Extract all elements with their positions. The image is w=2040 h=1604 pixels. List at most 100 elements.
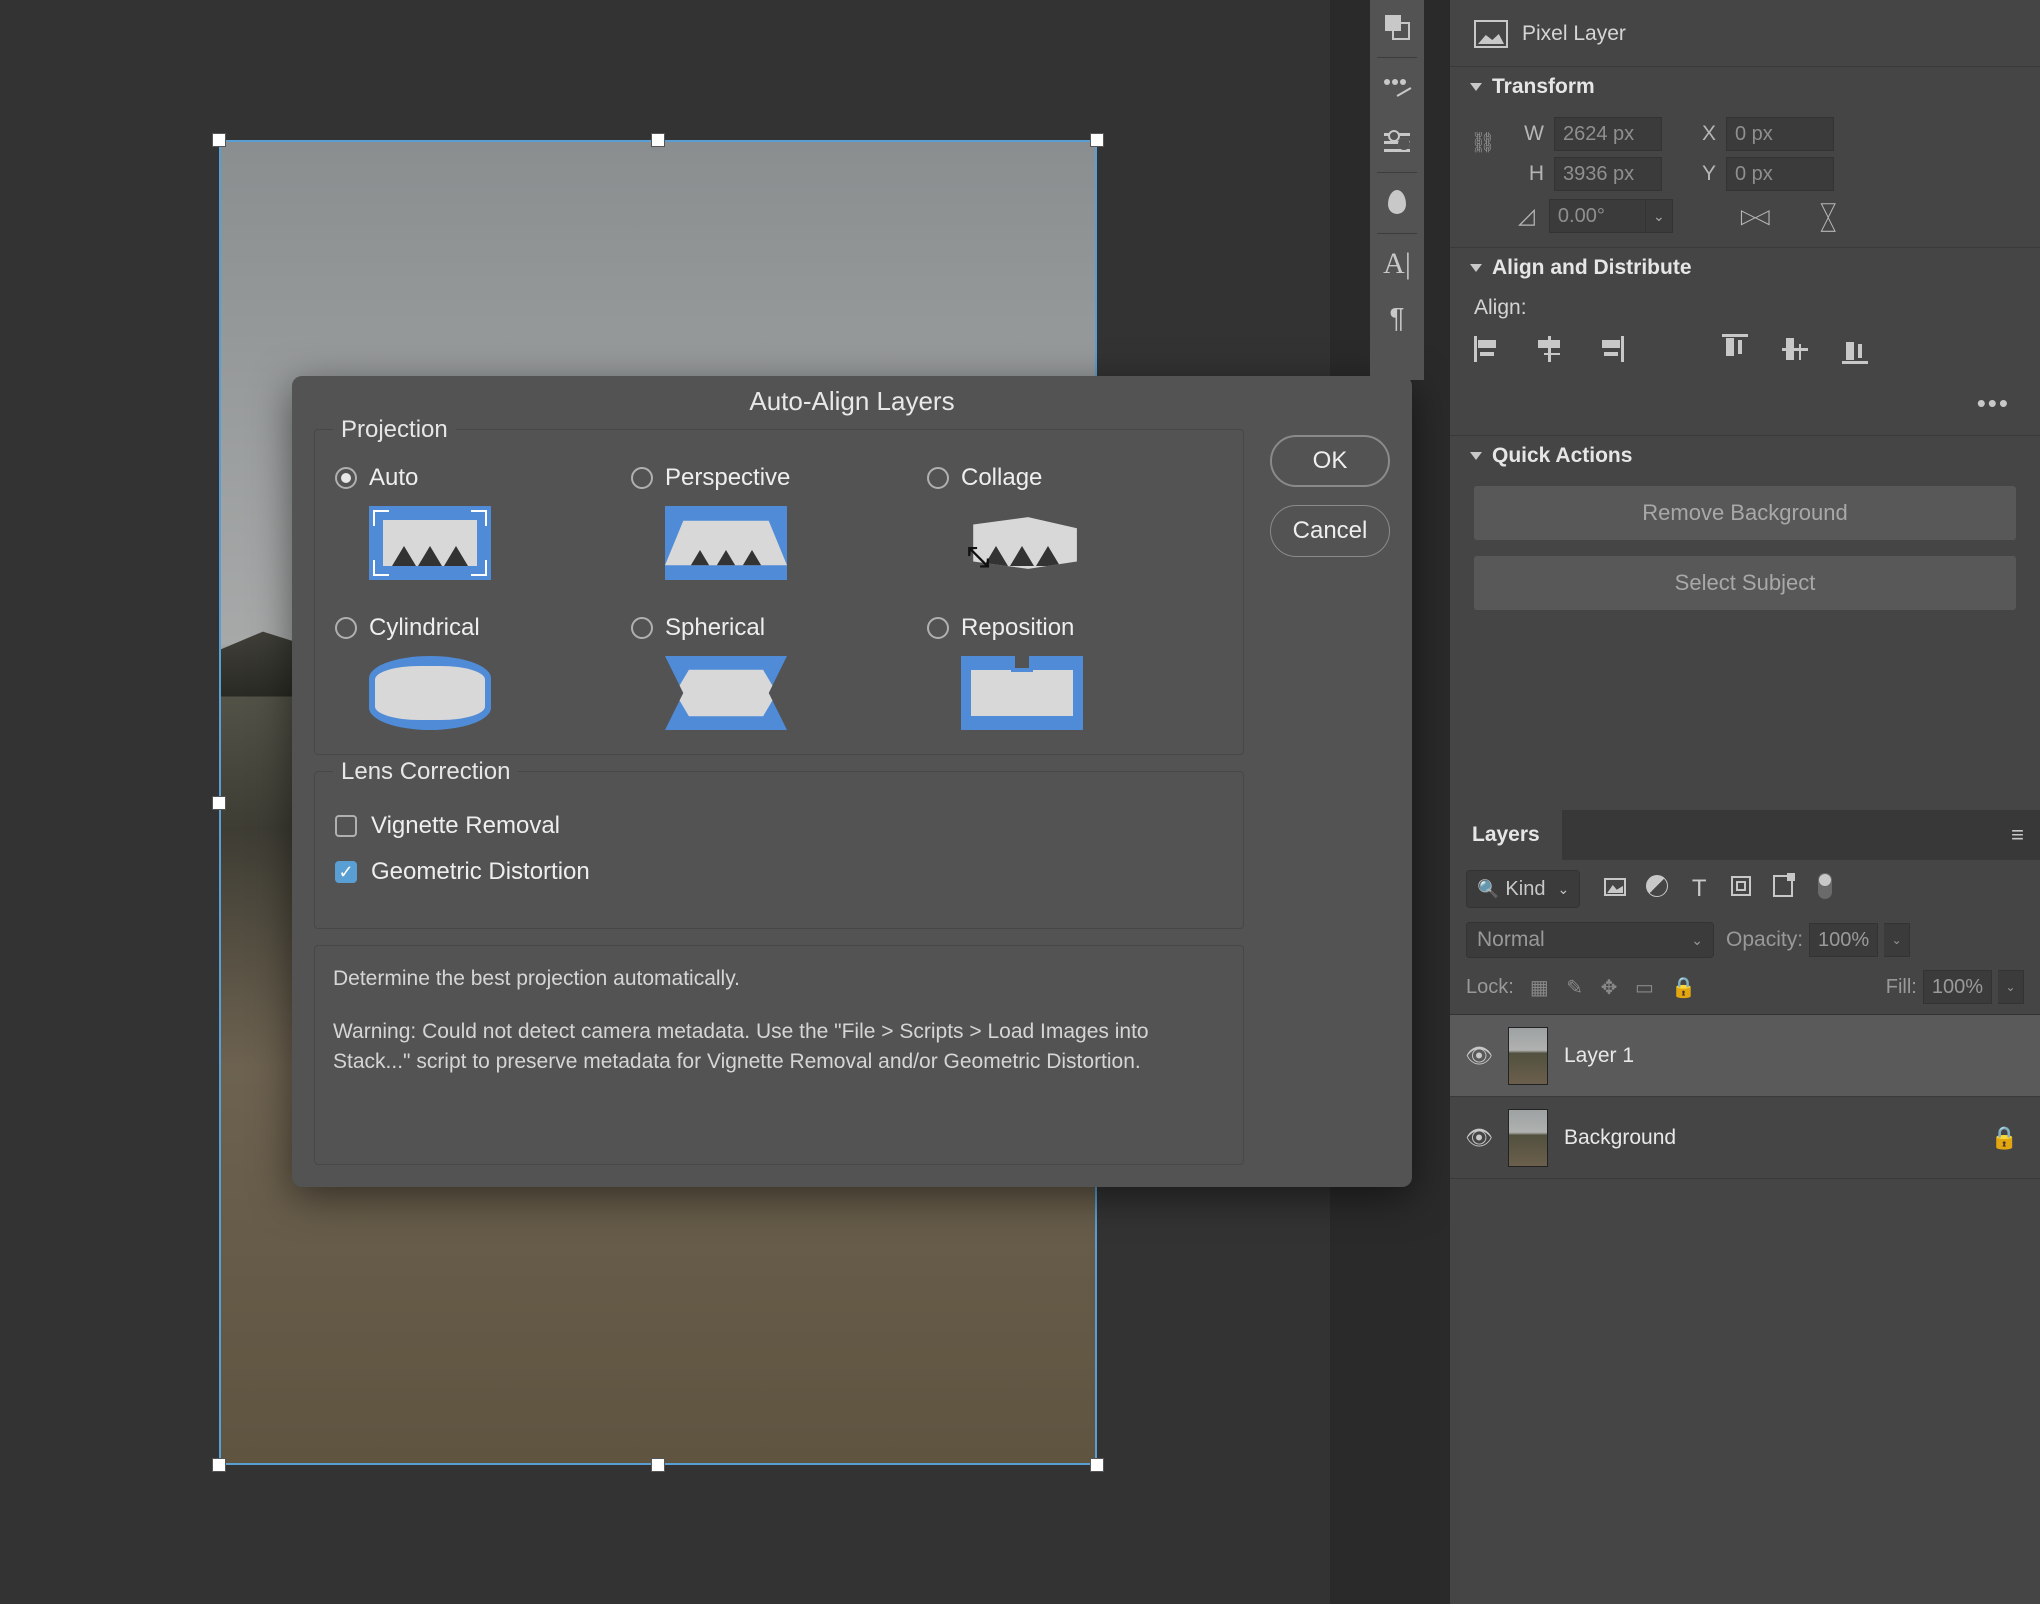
projection-thumb-cylindrical [369, 656, 491, 730]
brushes-panel-icon[interactable] [1370, 61, 1424, 115]
projection-option-spherical[interactable]: Spherical [631, 614, 927, 730]
filter-adjustment-icon[interactable] [1644, 875, 1670, 904]
panel-menu-icon[interactable]: ≡ [1995, 822, 2040, 848]
select-subject-button[interactable]: Select Subject [1474, 556, 2016, 610]
quick-actions-header[interactable]: Quick Actions [1450, 435, 2040, 476]
radio-reposition[interactable] [927, 617, 949, 639]
radio-cylindrical[interactable] [335, 617, 357, 639]
projection-thumb-perspective [665, 506, 787, 580]
align-left-icon[interactable] [1474, 334, 1504, 364]
handle-bottom-middle[interactable] [651, 1458, 665, 1472]
handle-bottom-right[interactable] [1090, 1458, 1104, 1472]
character-panel-icon[interactable]: A| [1370, 237, 1424, 291]
align-hcenter-icon[interactable] [1534, 334, 1564, 364]
align-vcenter-icon[interactable] [1780, 334, 1810, 364]
fill-label: Fill: [1886, 976, 1917, 999]
radio-auto[interactable] [335, 467, 357, 489]
layer-name: Background [1564, 1126, 1676, 1150]
lock-icon[interactable]: 🔒 [1991, 1125, 2040, 1151]
pixel-layer-icon [1474, 20, 1508, 48]
properties-panel: Pixel Layer Transform ⛓ W 2624 px X 0 px… [1450, 0, 2040, 810]
projection-option-collage[interactable]: Collage ⤡ [927, 464, 1223, 580]
visibility-toggle-icon[interactable]: 👁 [1450, 1125, 1508, 1151]
layer-thumbnail[interactable] [1508, 1027, 1548, 1085]
cancel-button[interactable]: Cancel [1270, 505, 1390, 557]
align-section-header[interactable]: Align and Distribute [1450, 247, 2040, 288]
layer-item[interactable]: 👁 Background 🔒 [1450, 1097, 2040, 1179]
align-title: Align and Distribute [1492, 256, 1692, 280]
lock-position-icon[interactable]: ✥ [1601, 977, 1618, 999]
remove-background-button[interactable]: Remove Background [1474, 486, 2016, 540]
lock-all-icon[interactable]: 🔒 [1671, 977, 1696, 999]
chevron-down-icon [1470, 452, 1482, 460]
projection-info: Determine the best projection automatica… [314, 945, 1244, 1165]
geometric-distortion-option[interactable]: Geometric Distortion [335, 858, 1223, 886]
radio-perspective[interactable] [631, 467, 653, 489]
ok-button[interactable]: OK [1270, 435, 1390, 487]
filter-shape-icon[interactable] [1728, 875, 1754, 903]
projection-option-perspective[interactable]: Perspective [631, 464, 927, 580]
handle-top-right[interactable] [1090, 133, 1104, 147]
color-panel-icon[interactable] [1370, 0, 1424, 54]
y-label: Y [1690, 162, 1716, 186]
geometric-checkbox[interactable] [335, 861, 357, 883]
radio-collage[interactable] [927, 467, 949, 489]
lens-correction-fieldset: Lens Correction Vignette Removal Geometr… [314, 771, 1244, 929]
x-input[interactable]: 0 px [1726, 117, 1834, 151]
layer-item[interactable]: 👁 Layer 1 [1450, 1015, 2040, 1097]
transform-section-header[interactable]: Transform [1450, 66, 2040, 107]
align-right-icon[interactable] [1594, 334, 1624, 364]
kind-label: Kind [1505, 878, 1545, 901]
projection-legend: Projection [333, 416, 456, 444]
link-wh-icon[interactable]: ⛓ [1474, 107, 1492, 177]
lock-pixels-icon[interactable]: ✎ [1566, 977, 1583, 999]
filter-pixel-icon[interactable] [1602, 875, 1628, 903]
vignette-checkbox[interactable] [335, 815, 357, 837]
fill-input[interactable]: 100% [1923, 970, 1992, 1004]
filter-smartobject-icon[interactable] [1770, 875, 1796, 904]
styles-panel-icon[interactable] [1370, 176, 1424, 230]
handle-top-middle[interactable] [651, 133, 665, 147]
opacity-caret[interactable]: ⌄ [1884, 923, 1910, 957]
layers-tab[interactable]: Layers [1450, 810, 1562, 860]
paragraph-panel-icon[interactable]: ¶ [1370, 291, 1424, 345]
flip-vertical-icon[interactable]: ▷◁ [1817, 203, 1842, 230]
handle-top-left[interactable] [212, 133, 226, 147]
handle-middle-left[interactable] [212, 796, 226, 810]
radio-perspective-label: Perspective [665, 464, 790, 492]
collapsed-panel-dock: A| ¶ [1370, 0, 1424, 380]
lock-artboard-icon[interactable]: ▭ [1635, 977, 1654, 999]
handle-bottom-left[interactable] [212, 1458, 226, 1472]
lock-transparency-icon[interactable]: ▦ [1530, 977, 1549, 999]
radio-reposition-label: Reposition [961, 614, 1074, 642]
blend-mode-dropdown[interactable]: Normal⌄ [1466, 922, 1714, 958]
height-input[interactable]: 3936 px [1554, 157, 1662, 191]
more-options-icon[interactable]: ••• [1977, 388, 2016, 419]
visibility-toggle-icon[interactable]: 👁 [1450, 1043, 1508, 1069]
flip-horizontal-icon[interactable]: ▷◁ [1741, 204, 1768, 229]
chevron-down-icon [1470, 264, 1482, 272]
layer-thumbnail[interactable] [1508, 1109, 1548, 1167]
search-icon: 🔍 [1477, 879, 1499, 900]
vignette-removal-option[interactable]: Vignette Removal [335, 812, 1223, 840]
align-top-icon[interactable] [1720, 334, 1750, 364]
filter-toggle-icon[interactable] [1812, 873, 1838, 906]
projection-option-reposition[interactable]: Reposition [927, 614, 1223, 730]
rotation-input[interactable]: 0.00°⌄ [1549, 199, 1673, 233]
opacity-input[interactable]: 100% [1809, 923, 1878, 957]
lock-label: Lock: [1466, 976, 1514, 999]
projection-option-auto[interactable]: Auto [335, 464, 631, 580]
radio-auto-label: Auto [369, 464, 418, 492]
adjustments-panel-icon[interactable] [1370, 115, 1424, 169]
radio-spherical[interactable] [631, 617, 653, 639]
h-label: H [1518, 162, 1544, 186]
y-input[interactable]: 0 px [1726, 157, 1834, 191]
projection-thumb-collage: ⤡ [961, 506, 1083, 580]
layer-filter-kind-dropdown[interactable]: 🔍 Kind ⌄ [1466, 870, 1580, 908]
width-input[interactable]: 2624 px [1554, 117, 1662, 151]
projection-option-cylindrical[interactable]: Cylindrical [335, 614, 631, 730]
chevron-down-icon [1470, 83, 1482, 91]
align-bottom-icon[interactable] [1840, 334, 1870, 364]
filter-type-icon[interactable]: T [1686, 875, 1712, 903]
fill-caret[interactable]: ⌄ [1998, 970, 2024, 1004]
